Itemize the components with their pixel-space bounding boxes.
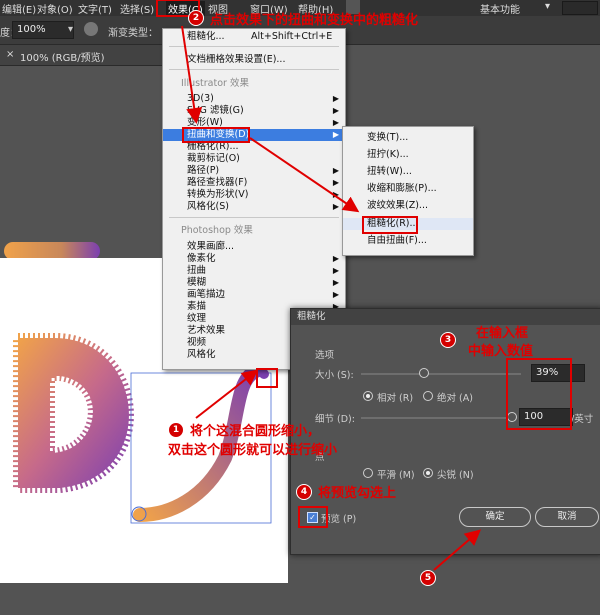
step-3-badge: 3 [440, 332, 456, 348]
step-2-badge: 2 [188, 10, 204, 26]
step-5-badge: 5 [420, 570, 436, 586]
step-1-badge: 1 [168, 422, 184, 438]
highlight-box-preview [298, 506, 328, 528]
highlight-box-inputs [506, 358, 572, 430]
step-3-line-1: 在输入框 [476, 326, 529, 341]
step-1-line-2: 双击这个圆形就可以进行缩小 [168, 443, 338, 458]
highlight-box-blend-circle [256, 368, 278, 388]
step-4-text: 将预览勾选上 [318, 486, 397, 501]
step-4-badge: 4 [296, 484, 312, 500]
highlight-box-roughen [362, 216, 418, 234]
step-1-line-1: 将个这混合圆形缩小， [190, 424, 321, 439]
step-3-line-2: 中输入数值 [468, 344, 534, 359]
step-2-text: 点击效果下的扭曲和变换中的粗糙化 [210, 13, 419, 28]
highlight-box-distort [182, 127, 250, 143]
